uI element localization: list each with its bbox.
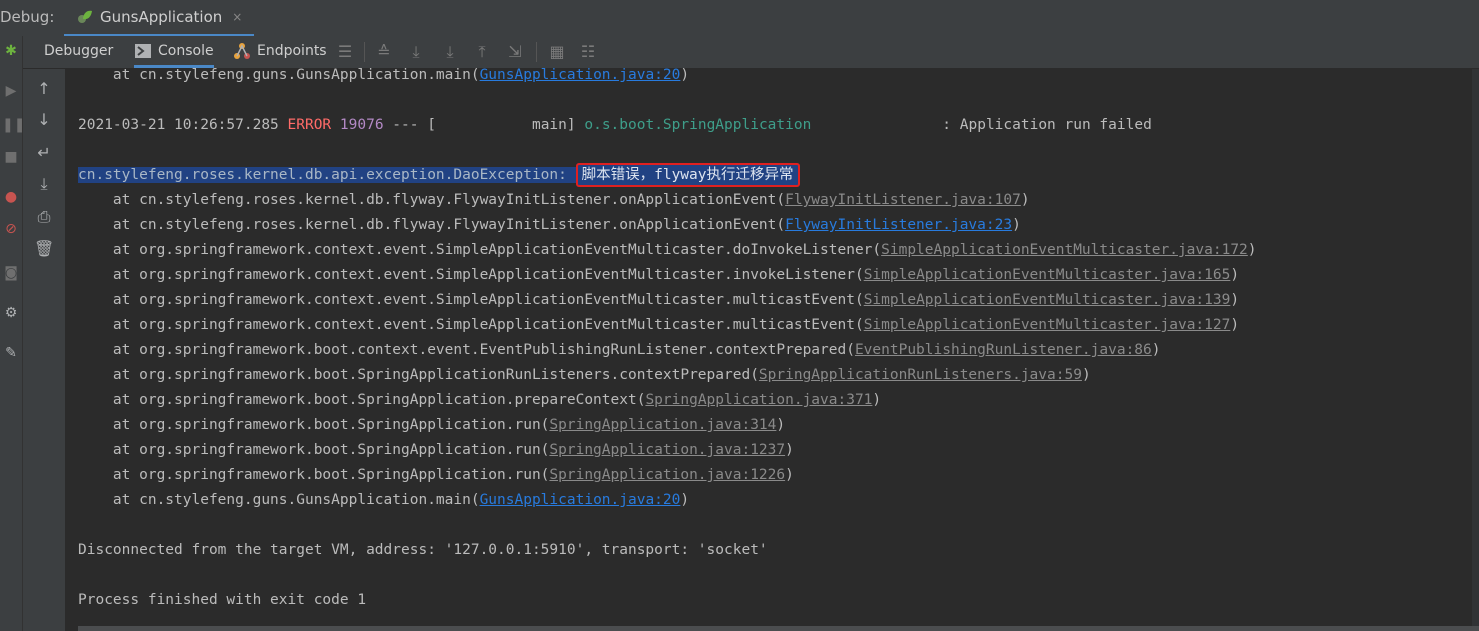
stack-line: at org.springframework.boot.context.even… — [78, 342, 1161, 358]
disconnected-message: Disconnected from the target VM, address… — [78, 542, 768, 558]
stack-line: at org.springframework.boot.SpringApplic… — [78, 367, 1091, 383]
source-link[interactable]: SpringApplication.java:314 — [549, 417, 776, 433]
exception-line: cn.stylefeng.roses.kernel.db.api.excepti… — [78, 163, 800, 188]
console-icon — [135, 43, 151, 58]
camera-icon[interactable]: ◙ — [2, 264, 20, 282]
spring-leaf-icon — [78, 10, 92, 23]
source-link[interactable]: SpringApplication.java:1237 — [549, 442, 785, 458]
stack-line: at org.springframework.boot.SpringApplic… — [78, 467, 794, 483]
source-link[interactable]: SimpleApplicationEventMulticaster.java:1… — [864, 267, 1231, 283]
step-into-icon[interactable]: ⤓ — [440, 42, 460, 62]
tab-console-label: Console — [158, 42, 214, 59]
step-out-icon[interactable]: ⤒ — [472, 42, 492, 62]
horizontal-scrollbar[interactable] — [78, 626, 1479, 631]
trash-icon[interactable]: 🗑 — [34, 239, 54, 259]
close-icon[interactable]: × — [232, 10, 242, 24]
down-arrow-icon[interactable]: ↓ — [34, 110, 54, 130]
resume-icon[interactable]: ▶ — [2, 82, 20, 100]
source-link[interactable]: SimpleApplicationEventMulticaster.java:1… — [881, 242, 1248, 258]
stack-line: at org.springframework.context.event.Sim… — [78, 242, 1257, 258]
log-pid: 19076 — [331, 117, 384, 133]
run-to-cursor-icon[interactable]: ⇲ — [505, 42, 525, 62]
stack-line: at org.springframework.boot.SpringApplic… — [78, 442, 794, 458]
tab-debugger[interactable]: Debugger — [44, 36, 113, 66]
mute-breakpoints-icon[interactable]: ⊘ — [2, 220, 20, 238]
left-tool-strip: ✱ ▶ ❚❚ ■ ● ⊘ ◙ ⚙ ✎ — [0, 36, 25, 631]
toolbar-separator — [364, 42, 365, 62]
source-link[interactable]: FlywayInitListener.java:107 — [785, 192, 1021, 208]
stack-line: at org.springframework.context.event.Sim… — [78, 317, 1240, 333]
pin-icon[interactable]: ✎ — [2, 344, 20, 362]
debug-bug-icon[interactable]: ✱ — [2, 42, 20, 60]
log-level: ERROR — [287, 117, 332, 133]
endpoints-icon — [234, 43, 250, 59]
log-timestamp: 2021-03-21 10:26:57.285 — [78, 117, 288, 133]
stack-line: at org.springframework.boot.SpringApplic… — [78, 417, 786, 433]
console-side-toolbar: ↑ ↓ ↵ ⤓ ⎙ 🗑 — [23, 69, 65, 631]
evaluate-icon[interactable]: ▦ — [547, 42, 567, 62]
source-link[interactable]: EventPublishingRunListener.java:86 — [855, 342, 1152, 358]
stack-line: at org.springframework.context.event.Sim… — [78, 267, 1240, 283]
settings-icon[interactable]: ⚙ — [2, 304, 20, 322]
source-link[interactable]: SpringApplicationRunListeners.java:59 — [759, 367, 1082, 383]
console-output[interactable]: at cn.stylefeng.guns.GunsApplication.mai… — [65, 67, 1479, 631]
step-over-icon[interactable]: ⤓ — [406, 42, 426, 62]
debug-label: Debug: — [0, 8, 55, 26]
stack-line: at org.springframework.context.event.Sim… — [78, 292, 1240, 308]
show-execution-point-icon[interactable]: ≙ — [374, 42, 394, 62]
trace-icon[interactable]: ☷ — [578, 42, 598, 62]
source-link[interactable]: GunsApplication.java:20 — [480, 492, 681, 508]
breakpoints-icon[interactable]: ● — [2, 188, 20, 206]
log-thread: --- [ main] — [383, 117, 585, 133]
stack-line: at org.springframework.boot.SpringApplic… — [78, 392, 882, 408]
stack-line: at cn.stylefeng.roses.kernel.db.flyway.F… — [78, 192, 1030, 208]
source-link[interactable]: SpringApplication.java:1226 — [549, 467, 785, 483]
exception-name: cn.stylefeng.roses.kernel.db.api.excepti… — [78, 167, 576, 183]
stop-icon[interactable]: ■ — [2, 148, 20, 166]
source-link[interactable]: SpringApplication.java:371 — [645, 392, 872, 408]
stack-line: at cn.stylefeng.guns.GunsApplication.mai… — [78, 492, 690, 508]
pause-icon[interactable]: ❚❚ — [2, 116, 25, 134]
log-logger: o.s.boot.SpringApplication — [584, 117, 812, 133]
log-message: : Application run failed — [811, 117, 1152, 133]
toolbar-separator — [536, 42, 537, 62]
source-link[interactable]: SimpleApplicationEventMulticaster.java:1… — [864, 317, 1231, 333]
up-arrow-icon[interactable]: ↑ — [34, 79, 54, 99]
tab-endpoints-label: Endpoints — [257, 43, 327, 59]
log-line: 2021-03-21 10:26:57.285 ERROR 19076 --- … — [78, 113, 1152, 138]
source-link[interactable]: SimpleApplicationEventMulticaster.java:1… — [864, 292, 1231, 308]
tab-endpoints[interactable]: Endpoints — [233, 36, 327, 66]
menu-icon[interactable]: ☰ — [335, 42, 355, 62]
print-icon[interactable]: ⎙ — [34, 207, 54, 227]
run-tab-guns-application[interactable]: GunsApplication × — [64, 0, 255, 37]
process-finished-message: Process finished with exit code 1 — [78, 592, 367, 608]
stack-line: at cn.stylefeng.guns.GunsApplication.mai… — [78, 67, 690, 83]
stack-line: at cn.stylefeng.roses.kernel.db.flyway.F… — [78, 217, 1021, 233]
debug-title-bar: Debug: GunsApplication × — [0, 0, 1479, 37]
soft-wrap-icon[interactable]: ↵ — [34, 143, 54, 163]
tab-debugger-label: Debugger — [44, 43, 114, 59]
exception-message-highlight: 脚本错误，flyway执行迁移异常 — [575, 163, 800, 187]
scroll-to-end-icon[interactable]: ⤓ — [34, 174, 54, 194]
source-link[interactable]: GunsApplication.java:20 — [480, 67, 681, 83]
source-link[interactable]: FlywayInitListener.java:23 — [785, 217, 1012, 233]
run-tab-label: GunsApplication — [100, 8, 223, 26]
vertical-scrollbar[interactable] — [1472, 69, 1479, 626]
